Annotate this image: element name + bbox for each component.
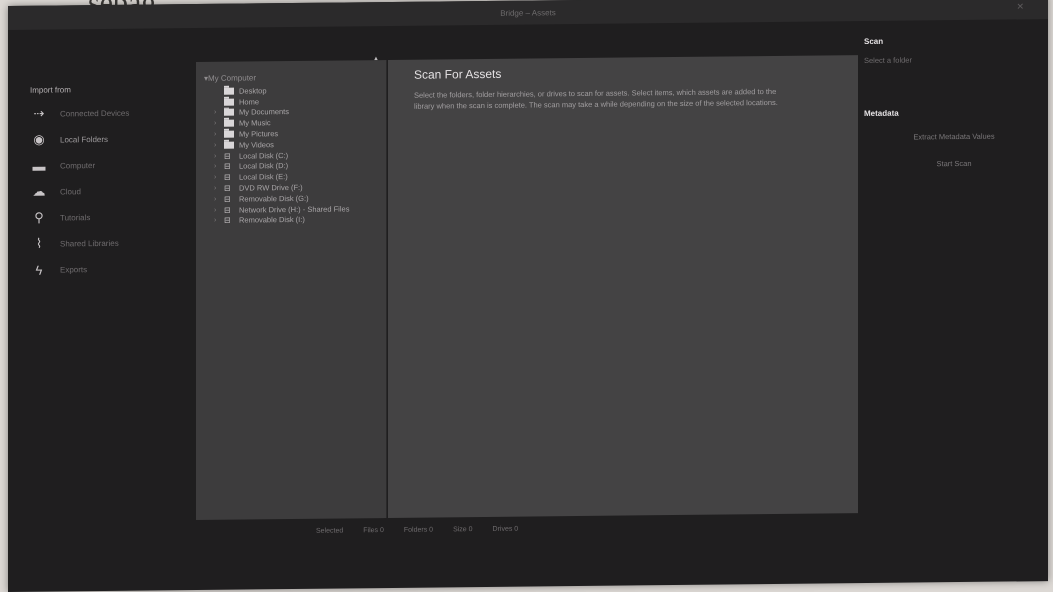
drive-icon: ⊟ bbox=[224, 151, 231, 161]
inspector-section-label: Metadata bbox=[864, 108, 899, 119]
tree-row-label: My Videos bbox=[239, 140, 274, 150]
tree-row-label: Desktop bbox=[239, 86, 267, 96]
folder-icon bbox=[224, 98, 234, 106]
page-title: Scan For Assets bbox=[414, 66, 502, 82]
chevron-right-icon[interactable]: › bbox=[214, 163, 224, 170]
sidebar-item-label: Local Folders bbox=[60, 134, 109, 144]
drive-icon: ⊟ bbox=[224, 205, 231, 215]
status-size: Size 0 bbox=[453, 525, 473, 533]
folder-icon bbox=[224, 141, 234, 149]
folder-icon bbox=[224, 119, 234, 128]
sidebar-item-tutorials[interactable]: ⚲ Tutorials bbox=[18, 203, 178, 231]
tree-row-label: My Documents bbox=[239, 107, 290, 118]
tree-row-label: Local Disk (D:) bbox=[239, 161, 289, 172]
drive-icon: ⊟ bbox=[224, 216, 231, 226]
drive-icon: ⊟ bbox=[224, 183, 231, 193]
sidebar-item-exports[interactable]: ϟ Exports bbox=[18, 255, 178, 283]
main-panel: Scan For Assets Select the folders, fold… bbox=[388, 55, 858, 519]
tree-row-label: Network Drive (H:) - Shared Files bbox=[239, 204, 350, 215]
tree-header-label: My Computer bbox=[208, 72, 257, 83]
tree-row-label: Local Disk (E:) bbox=[239, 172, 288, 182]
monitor-icon: ▬ bbox=[32, 158, 46, 174]
chevron-right-icon[interactable]: › bbox=[214, 185, 224, 192]
sidebar-item-cloud[interactable]: ☁ Cloud bbox=[18, 177, 178, 205]
status-bar: Selected Files 0 Folders 0 Size 0 Drives… bbox=[196, 516, 976, 540]
status-drives: Drives 0 bbox=[492, 525, 519, 533]
start-scan-button[interactable]: Start Scan bbox=[864, 155, 1044, 172]
tree-row-label: DVD RW Drive (F:) bbox=[239, 182, 303, 193]
chevron-right-icon[interactable]: › bbox=[214, 196, 224, 203]
chevron-right-icon[interactable]: › bbox=[214, 152, 224, 159]
tree-row-label: My Pictures bbox=[239, 129, 279, 139]
status-selected: Selected bbox=[316, 526, 344, 535]
tree-row-label: My Music bbox=[239, 118, 271, 128]
sidebar-item-label: Tutorials bbox=[60, 212, 91, 222]
inspector-panel: Scan Select a folder Metadata Extract Me… bbox=[864, 35, 1044, 507]
sidebar-item-computer[interactable]: ▬ Computer bbox=[18, 151, 178, 179]
thermometer-icon: ⌇ bbox=[35, 235, 43, 251]
flash-icon: ϟ bbox=[35, 262, 43, 278]
tree-row-label: Home bbox=[239, 97, 260, 107]
chevron-right-icon[interactable]: › bbox=[214, 174, 224, 181]
chevron-right-icon[interactable]: › bbox=[214, 217, 224, 224]
extract-metadata-button[interactable]: Extract Metadata Values bbox=[864, 128, 1044, 145]
globe-icon: ◉ bbox=[33, 131, 45, 147]
chevron-right-icon[interactable]: › bbox=[214, 206, 224, 213]
inspector-label: Scan bbox=[864, 36, 884, 47]
folder-tree-panel: ▾ My Computer Desktop Home › My Document… bbox=[196, 60, 387, 521]
folder-icon bbox=[224, 109, 234, 117]
chevron-right-icon[interactable]: › bbox=[214, 109, 224, 116]
status-folders: Folders 0 bbox=[403, 526, 434, 534]
tree-row-label: Removable Disk (I:) bbox=[239, 215, 305, 226]
tree-row-label: Removable Disk (G:) bbox=[239, 193, 309, 204]
window-title: Bridge – Assets bbox=[500, 7, 556, 18]
drive-icon: ⊟ bbox=[224, 162, 231, 172]
sidebar-item-local-folders[interactable]: ◉ Local Folders bbox=[18, 125, 178, 153]
app-window: Bridge – Assets ✕ Import from ⇢ Connecte… bbox=[8, 0, 1048, 592]
tree-header[interactable]: ▾ My Computer bbox=[196, 68, 386, 86]
title-bar: Bridge – Assets bbox=[8, 0, 1048, 30]
lamp-icon: ⚲ bbox=[34, 209, 44, 225]
sidebar: Import from ⇢ Connected Devices ◉ Local … bbox=[18, 76, 178, 548]
chevron-right-icon[interactable]: › bbox=[214, 120, 224, 127]
arrow-icon: ⇢ bbox=[33, 105, 45, 121]
drive-icon: ⊟ bbox=[224, 194, 231, 204]
sidebar-item-label: Shared Libraries bbox=[60, 238, 119, 248]
sidebar-item-label: Connected Devices bbox=[60, 108, 130, 118]
status-files: Files 0 bbox=[363, 526, 384, 534]
sidebar-item-label: Exports bbox=[60, 264, 88, 274]
sidebar-item-label: Cloud bbox=[60, 186, 81, 196]
sidebar-item-connected-devices[interactable]: ⇢ Connected Devices bbox=[18, 99, 178, 127]
close-icon[interactable]: ✕ bbox=[1016, 1, 1024, 12]
page-description: Select the folders, folder hierarchies, … bbox=[414, 86, 778, 111]
folder-icon bbox=[224, 130, 234, 138]
folder-icon bbox=[224, 87, 234, 95]
sidebar-item-label: Computer bbox=[60, 160, 96, 170]
cloud-icon: ☁ bbox=[32, 183, 46, 199]
drive-icon: ⊟ bbox=[224, 172, 231, 183]
tree-row-removable-disk-i[interactable]: › ⊟ Removable Disk (I:) bbox=[196, 214, 386, 227]
chevron-right-icon[interactable]: › bbox=[214, 142, 224, 149]
sidebar-item-shared-libraries[interactable]: ⌇ Shared Libraries bbox=[18, 229, 178, 257]
tree-row-label: Local Disk (C:) bbox=[239, 150, 289, 161]
sidebar-heading: Import from bbox=[30, 85, 71, 95]
chevron-right-icon[interactable]: › bbox=[214, 131, 224, 138]
inspector-sub-label: Select a folder bbox=[864, 55, 912, 66]
